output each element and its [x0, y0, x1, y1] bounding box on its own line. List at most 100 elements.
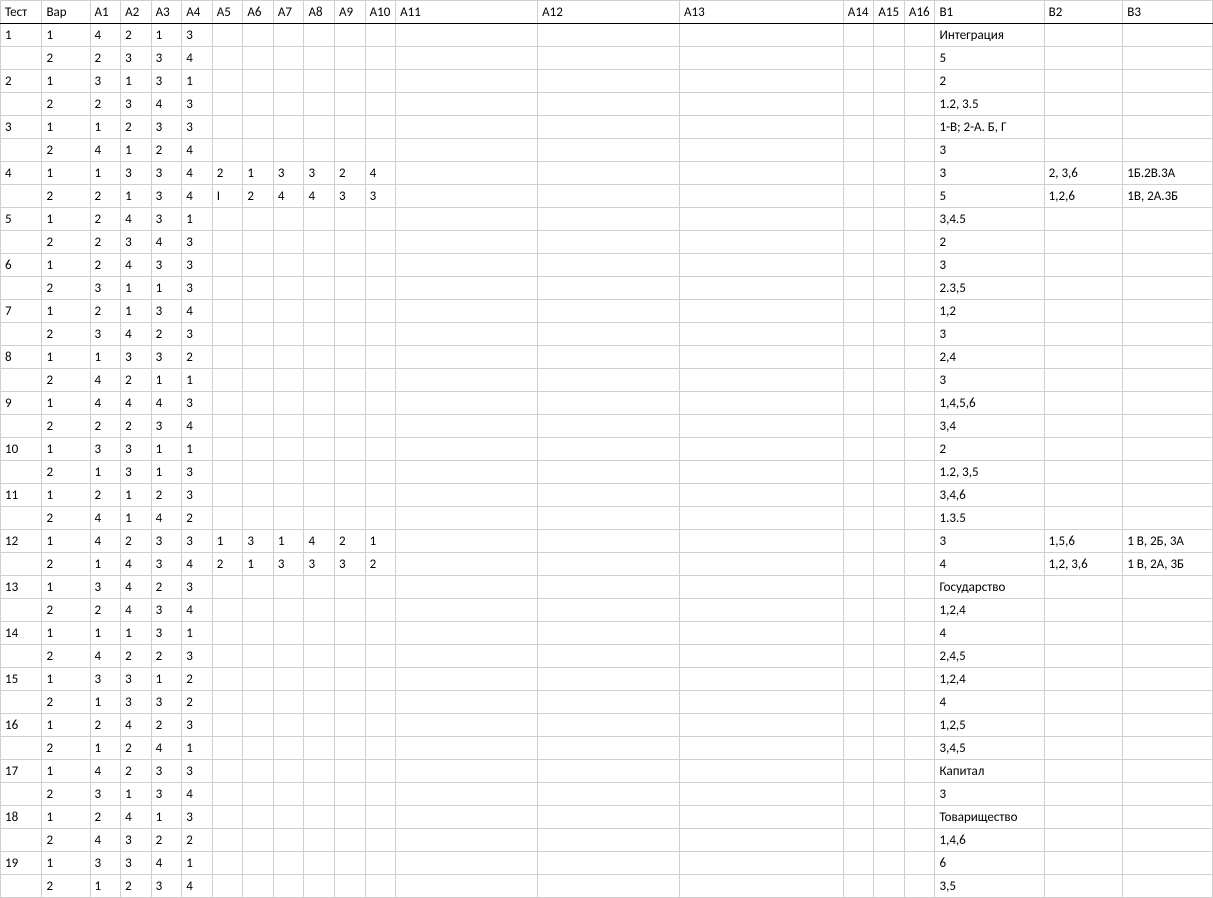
cell: 3 [935, 530, 1044, 553]
cell [273, 599, 304, 622]
cell: 4 [90, 24, 121, 47]
cell [243, 461, 274, 484]
cell [243, 438, 274, 461]
cell [243, 829, 274, 852]
cell: 3 [121, 829, 152, 852]
cell: 17 [1, 760, 42, 783]
cell [304, 300, 335, 323]
cell [243, 24, 274, 47]
cell [1, 875, 42, 898]
cell [1044, 875, 1123, 898]
cell [1123, 300, 1213, 323]
cell [904, 714, 935, 737]
cell [273, 47, 304, 70]
cell: 6 [935, 852, 1044, 875]
cell [396, 116, 538, 139]
cell [904, 70, 935, 93]
cell: 2 [1, 70, 42, 93]
cell [1044, 277, 1123, 300]
cell [212, 760, 243, 783]
cell: Капитал [935, 760, 1044, 783]
cell: 3,5 [935, 875, 1044, 898]
cell [1123, 484, 1213, 507]
cell [1123, 829, 1213, 852]
cell [843, 829, 874, 852]
cell [843, 415, 874, 438]
cell [904, 783, 935, 806]
cell: 1 [182, 208, 213, 231]
cell [1, 415, 42, 438]
cell [365, 231, 396, 254]
cell [538, 93, 680, 116]
cell: 3 [182, 530, 213, 553]
cell [1123, 645, 1213, 668]
cell [874, 392, 905, 415]
cell [874, 254, 905, 277]
cell [1123, 691, 1213, 714]
cell [874, 622, 905, 645]
cell [396, 760, 538, 783]
cell [396, 714, 538, 737]
cell: 4 [182, 47, 213, 70]
cell: 1 [151, 438, 182, 461]
cell: 3 [182, 116, 213, 139]
cell: 4 [182, 553, 213, 576]
cell [396, 323, 538, 346]
cell: I [212, 185, 243, 208]
cell [843, 553, 874, 576]
cell [680, 185, 844, 208]
cell [1, 231, 42, 254]
cell: 3,4,6 [935, 484, 1044, 507]
cell [304, 875, 335, 898]
cell [212, 415, 243, 438]
cell [335, 691, 366, 714]
cell: 1 [121, 484, 152, 507]
cell [335, 438, 366, 461]
cell [1123, 806, 1213, 829]
cell: 2 [42, 231, 90, 254]
cell: 3 [121, 668, 152, 691]
cell [843, 24, 874, 47]
cell [843, 438, 874, 461]
cell [1044, 346, 1123, 369]
cell [843, 645, 874, 668]
cell: 2 [151, 484, 182, 507]
cell: 2 [42, 737, 90, 760]
cell: 2 [935, 231, 1044, 254]
table-row: 223432 [1, 231, 1213, 254]
cell: 4 [182, 300, 213, 323]
cell [212, 829, 243, 852]
col-header: А10 [365, 1, 396, 24]
cell [335, 484, 366, 507]
cell [1044, 599, 1123, 622]
cell: 2, 3,6 [1044, 162, 1123, 185]
cell [396, 852, 538, 875]
cell: 1,5,6 [1044, 530, 1123, 553]
cell: 2 [151, 576, 182, 599]
table-row: 223345 [1, 47, 1213, 70]
cell [538, 484, 680, 507]
cell [904, 254, 935, 277]
cell [304, 346, 335, 369]
cell [1044, 622, 1123, 645]
cell: 13 [1, 576, 42, 599]
cell [365, 116, 396, 139]
cell [273, 507, 304, 530]
cell [243, 484, 274, 507]
cell: 1 [151, 668, 182, 691]
cell [1123, 369, 1213, 392]
cell [304, 70, 335, 93]
cell [904, 231, 935, 254]
cell [273, 645, 304, 668]
cell [273, 116, 304, 139]
cell [843, 714, 874, 737]
cell [1123, 346, 1213, 369]
cell [1044, 438, 1123, 461]
cell: 1 [42, 714, 90, 737]
table-row: 10133112 [1, 438, 1213, 461]
cell: 1 [42, 116, 90, 139]
cell: 15 [1, 668, 42, 691]
cell: 4 [90, 829, 121, 852]
cell [1044, 392, 1123, 415]
table-row: 7121341,2 [1, 300, 1213, 323]
